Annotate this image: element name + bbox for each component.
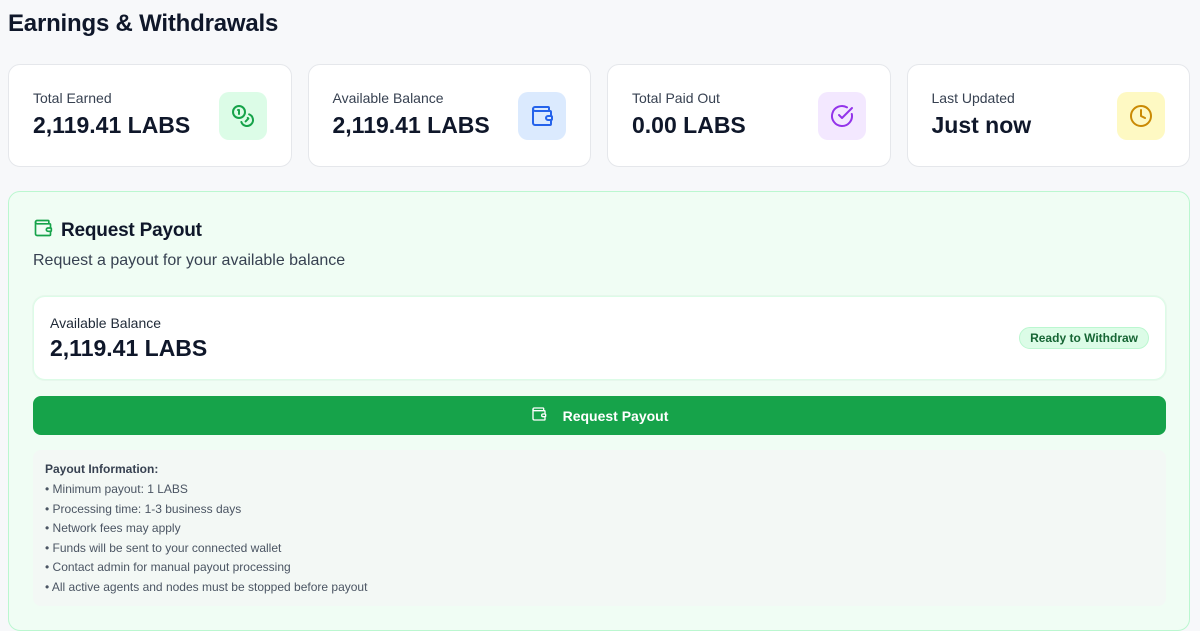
stat-card-total-paid-out: Total Paid Out 0.00 LABS — [607, 64, 891, 167]
wallet-icon — [518, 92, 566, 140]
stat-card-available-balance: Available Balance 2,119.41 LABS — [307, 64, 591, 167]
info-item: • Processing time: 1-3 business days — [45, 501, 242, 516]
info-item: • Network fees may apply — [45, 521, 181, 536]
page-title: Earnings & Withdrawals — [8, 10, 279, 37]
request-payout-panel: Request Payout Request a payout for your… — [8, 191, 1190, 631]
panel-subtitle: Request a payout for your available bala… — [33, 252, 346, 269]
info-item: • All active agents and nodes must be st… — [45, 579, 368, 594]
stats-row: Total Earned 2,119.41 LABS Available Bal… — [8, 64, 1190, 167]
balance-label: Available Balance — [50, 315, 162, 331]
panel-title: Request Payout — [61, 219, 202, 241]
panel-header: Request Payout — [33, 218, 202, 243]
available-balance-box: Available Balance 2,119.41 LABS Ready to… — [33, 296, 1166, 380]
request-payout-button[interactable]: Request Payout — [33, 396, 1166, 435]
wallet-icon — [33, 218, 61, 243]
request-payout-button-label: Request Payout — [562, 407, 669, 424]
stat-card-last-updated: Last Updated Just now — [906, 64, 1190, 167]
info-item: • Contact admin for manual payout proces… — [45, 560, 291, 575]
info-item: • Minimum payout: 1 LABS — [45, 482, 188, 496]
wallet-icon — [531, 406, 563, 425]
stat-card-total-earned: Total Earned 2,119.41 LABS — [8, 64, 292, 167]
check-circle-icon — [817, 92, 866, 140]
balance-value: 2,119.41 LABS — [50, 335, 208, 361]
info-title: Payout Information: — [45, 462, 159, 476]
payout-information: Payout Information: • Minimum payout: 1 … — [33, 450, 1166, 606]
clock-icon — [1117, 92, 1165, 140]
coins-icon — [218, 92, 267, 140]
status-badge: Ready to Withdraw — [1019, 327, 1149, 349]
info-item: • Funds will be sent to your connected w… — [45, 540, 282, 555]
